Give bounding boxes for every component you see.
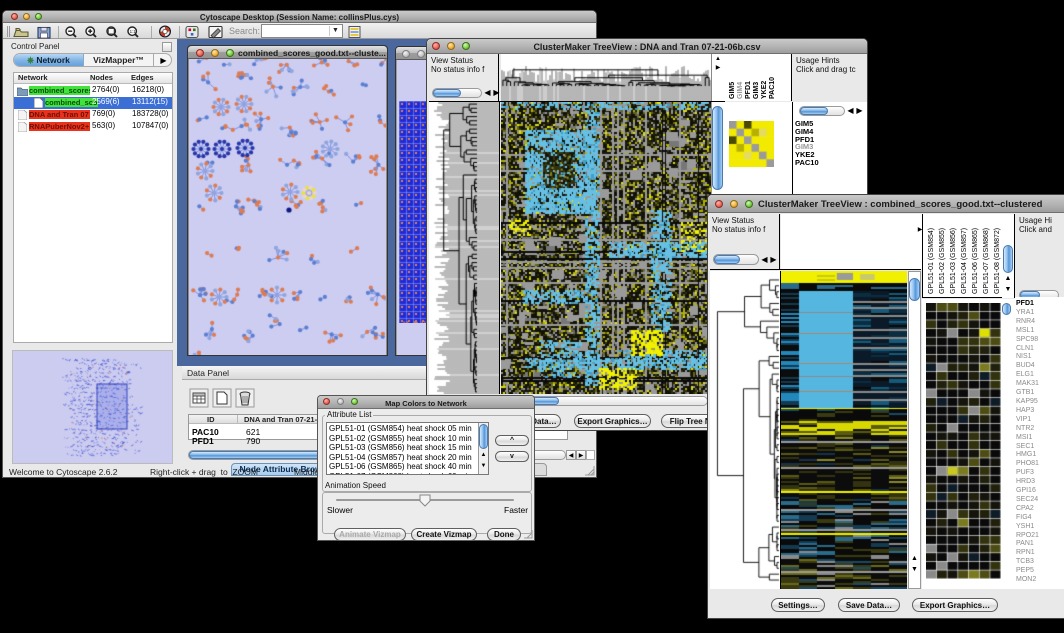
svg-text:1:1: 1:1 xyxy=(130,29,137,34)
